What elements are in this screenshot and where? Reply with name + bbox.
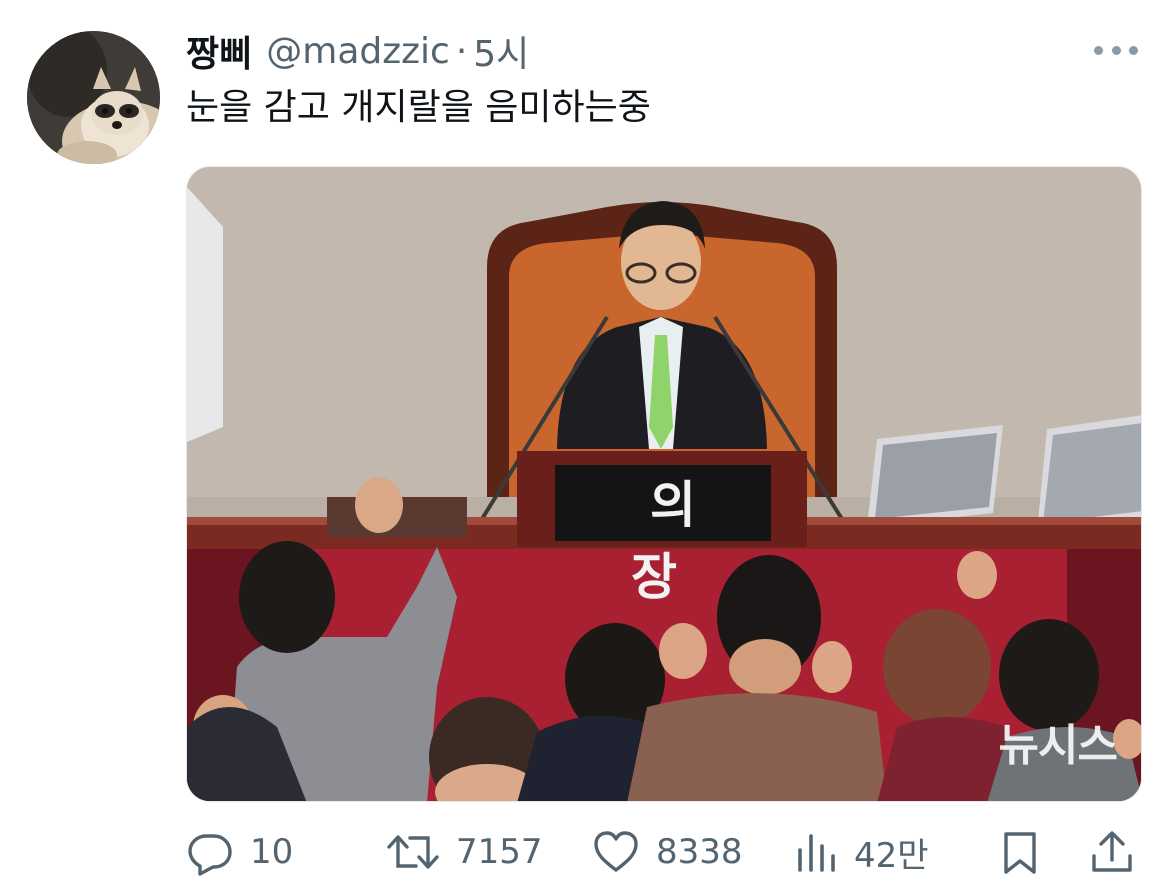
author-display-name[interactable]: 짱삐 bbox=[186, 25, 252, 77]
more-icon[interactable] bbox=[1094, 40, 1138, 60]
like-button[interactable]: 8338 bbox=[592, 828, 743, 876]
tweet-header: 짱삐 @madzzic · 5시 bbox=[186, 26, 529, 76]
views-icon bbox=[798, 834, 835, 872]
nameplate-text: 의 장 bbox=[631, 475, 734, 606]
avatar[interactable] bbox=[27, 31, 160, 164]
tweet-time[interactable]: 5시 bbox=[473, 25, 529, 77]
media-watermark: 뉴시스 bbox=[998, 720, 1118, 771]
like-count: 8338 bbox=[656, 832, 743, 872]
raccoon-avatar-icon bbox=[27, 31, 160, 164]
author-handle[interactable]: @madzzic bbox=[266, 31, 450, 72]
views-button[interactable]: 42만 bbox=[794, 828, 929, 876]
tweet-media-photo[interactable]: 의 장 뉴시스 bbox=[186, 166, 1142, 802]
reply-count: 10 bbox=[250, 832, 294, 872]
separator-dot: · bbox=[455, 30, 468, 72]
views-count: 42만 bbox=[854, 835, 929, 876]
more-dot bbox=[1094, 45, 1103, 55]
share-button[interactable] bbox=[1088, 828, 1136, 876]
tweet-actions: 10 7157 8338 42만 bbox=[186, 828, 1146, 876]
tweet-text: 눈을 감고 개지랄을 음미하는중 bbox=[186, 87, 651, 128]
reply-button[interactable]: 10 bbox=[186, 828, 293, 876]
share-icon bbox=[1092, 831, 1132, 872]
heart-icon bbox=[594, 831, 638, 872]
reply-icon bbox=[188, 834, 232, 876]
retweet-icon bbox=[387, 835, 439, 869]
retweet-button[interactable]: 7157 bbox=[386, 828, 543, 876]
bookmark-button[interactable] bbox=[998, 828, 1042, 876]
more-dot bbox=[1111, 45, 1121, 55]
retweet-count: 7157 bbox=[456, 832, 543, 872]
more-dot bbox=[1129, 45, 1138, 55]
bookmark-icon bbox=[1004, 832, 1036, 874]
